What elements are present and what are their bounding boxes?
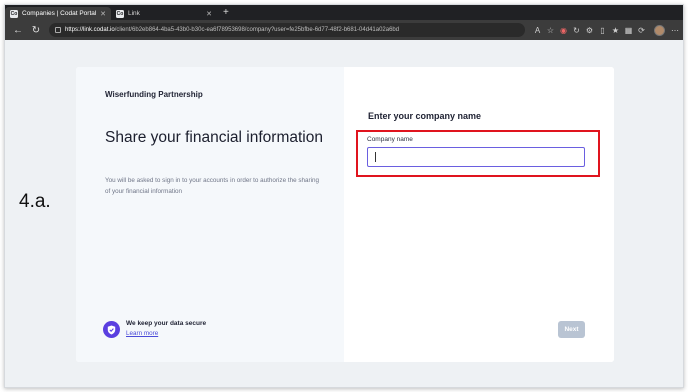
favorites-icon[interactable]: ★ — [609, 26, 622, 35]
company-name-input[interactable] — [367, 147, 585, 167]
refresh-extension-icon[interactable]: ↻ — [570, 26, 583, 35]
profile-avatar[interactable] — [654, 24, 665, 36]
shield-check-icon — [103, 321, 120, 338]
tab-link[interactable]: Co Link ✕ — [111, 7, 217, 20]
collections-icon[interactable]: ▦ — [622, 26, 635, 35]
url-host: https://link.codat.io — [65, 27, 115, 33]
security-note: We keep your data secure Learn more — [103, 320, 206, 338]
lock-icon — [55, 27, 61, 33]
page-headline: Share your financial information — [105, 129, 323, 146]
close-tab-icon[interactable]: ✕ — [206, 10, 212, 18]
codat-favicon-icon: Co — [10, 9, 18, 18]
extension-icon[interactable]: ◉ — [557, 26, 570, 35]
security-text: We keep your data secure Learn more — [126, 320, 206, 337]
security-title: We keep your data secure — [126, 320, 207, 327]
browser-window: Co Companies | Codat Portal ✕ Co Link ✕ … — [4, 4, 684, 388]
page-content: 4.a. Wiserfunding Partnership Share your… — [5, 40, 683, 387]
url-path: /client/6b2eb864-4ba5-43b0-b30c-ea6f7895… — [114, 27, 400, 33]
tab-title: Companies | Codat Portal — [22, 10, 97, 17]
more-menu-icon[interactable]: ⋯ — [671, 26, 679, 35]
text-cursor — [375, 152, 376, 162]
favorite-star-icon[interactable]: ☆ — [544, 26, 557, 35]
split-screen-icon[interactable]: ▯ — [596, 26, 609, 35]
address-toolbar: ← ↻ https://link.codat.io/client/6b2eb86… — [5, 20, 683, 40]
company-name-label: Company name — [367, 136, 413, 143]
back-icon[interactable]: ← — [11, 25, 25, 36]
form-title: Enter your company name — [368, 111, 482, 121]
learn-more-link[interactable]: Learn more — [126, 330, 206, 337]
page-description: You will be asked to sign in to your acc… — [105, 177, 319, 195]
codat-favicon-icon: Co — [116, 9, 124, 18]
new-tab-button[interactable]: + — [223, 7, 229, 20]
tab-strip: Co Companies | Codat Portal ✕ Co Link ✕ … — [5, 5, 683, 20]
tab-title: Link — [128, 10, 140, 17]
tab-companies[interactable]: Co Companies | Codat Portal ✕ — [5, 7, 111, 20]
info-panel: Wiserfunding Partnership Share your fina… — [76, 67, 344, 362]
form-panel: Enter your company name Company name Nex… — [344, 67, 614, 362]
read-aloud-icon[interactable]: A — [531, 26, 544, 35]
step-label: 4.a. — [19, 191, 51, 212]
sync-icon[interactable]: ⟳ — [635, 26, 648, 35]
puzzle-icon[interactable]: ⚙ — [583, 26, 596, 35]
next-button[interactable]: Next — [558, 321, 585, 338]
link-card: Wiserfunding Partnership Share your fina… — [76, 67, 614, 362]
close-tab-icon[interactable]: ✕ — [100, 10, 106, 18]
partner-name: Wiserfunding Partnership — [105, 90, 203, 99]
refresh-icon[interactable]: ↻ — [29, 25, 43, 36]
address-bar[interactable]: https://link.codat.io/client/6b2eb864-4b… — [49, 23, 525, 37]
